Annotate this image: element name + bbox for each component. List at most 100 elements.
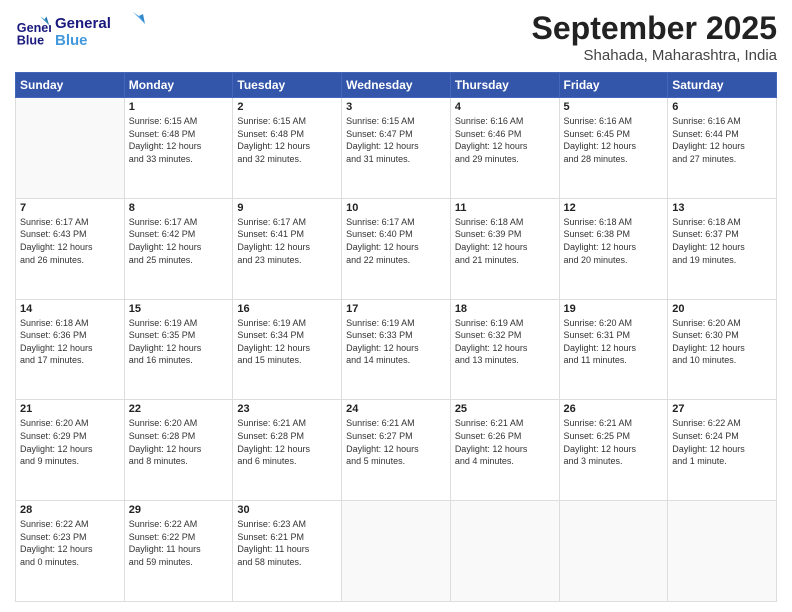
calendar-cell: 19Sunrise: 6:20 AM Sunset: 6:31 PM Dayli… <box>559 299 668 400</box>
day-number: 27 <box>672 403 772 415</box>
calendar-cell <box>450 501 559 602</box>
day-number: 10 <box>346 202 446 214</box>
svg-text:Blue: Blue <box>55 32 88 49</box>
svg-text:General: General <box>55 15 111 32</box>
calendar-cell <box>559 501 668 602</box>
weekday-header-thursday: Thursday <box>450 73 559 98</box>
day-info: Sunrise: 6:18 AM Sunset: 6:39 PM Dayligh… <box>455 216 555 266</box>
day-number: 13 <box>672 202 772 214</box>
day-number: 26 <box>564 403 664 415</box>
day-info: Sunrise: 6:22 AM Sunset: 6:22 PM Dayligh… <box>129 518 229 568</box>
day-number: 1 <box>129 101 229 113</box>
day-number: 6 <box>672 101 772 113</box>
calendar-cell: 21Sunrise: 6:20 AM Sunset: 6:29 PM Dayli… <box>16 400 125 501</box>
weekday-header-monday: Monday <box>124 73 233 98</box>
calendar-cell: 17Sunrise: 6:19 AM Sunset: 6:33 PM Dayli… <box>342 299 451 400</box>
day-info: Sunrise: 6:19 AM Sunset: 6:35 PM Dayligh… <box>129 317 229 367</box>
day-number: 9 <box>237 202 337 214</box>
weekday-header-tuesday: Tuesday <box>233 73 342 98</box>
weekday-header-wednesday: Wednesday <box>342 73 451 98</box>
day-info: Sunrise: 6:16 AM Sunset: 6:45 PM Dayligh… <box>564 115 664 165</box>
calendar-cell <box>342 501 451 602</box>
logo-icon: General Blue <box>15 12 51 48</box>
day-info: Sunrise: 6:21 AM Sunset: 6:28 PM Dayligh… <box>237 417 337 467</box>
day-number: 29 <box>129 504 229 516</box>
calendar-cell: 5 Sunrise: 6:16 AM Sunset: 6:45 PM Daylig… <box>559 98 668 199</box>
day-info: Sunrise: 6:20 AM Sunset: 6:28 PM Dayligh… <box>129 417 229 467</box>
calendar-cell: 4 Sunrise: 6:16 AM Sunset: 6:46 PM Daylig… <box>450 98 559 199</box>
calendar-cell: 16Sunrise: 6:19 AM Sunset: 6:34 PM Dayli… <box>233 299 342 400</box>
day-info: Sunrise: 6:16 AM Sunset: 6:44 PM Dayligh… <box>672 115 772 165</box>
day-info: Sunrise: 6:19 AM Sunset: 6:34 PM Dayligh… <box>237 317 337 367</box>
calendar-cell: 14Sunrise: 6:18 AM Sunset: 6:36 PM Dayli… <box>16 299 125 400</box>
day-info: Sunrise: 6:22 AM Sunset: 6:23 PM Dayligh… <box>20 518 120 568</box>
calendar-header-row: SundayMondayTuesdayWednesdayThursdayFrid… <box>16 73 777 98</box>
calendar-cell: 15 Sunrise: 6:19 AM Sunset: 6:35 PM Dayli… <box>124 299 233 400</box>
day-number: 22 <box>129 403 229 415</box>
day-info: Sunrise: 6:15 AM Sunset: 6:48 PM Dayligh… <box>237 115 337 165</box>
day-info: Sunrise: 6:17 AM Sunset: 6:40 PM Dayligh… <box>346 216 446 266</box>
day-number: 8 <box>129 202 229 214</box>
calendar-cell: 30Sunrise: 6:23 AM Sunset: 6:21 PM Dayli… <box>233 501 342 602</box>
day-info: Sunrise: 6:17 AM Sunset: 6:43 PM Dayligh… <box>20 216 120 266</box>
day-number: 18 <box>455 303 555 315</box>
calendar-week-row: 1 Sunrise: 6:15 AM Sunset: 6:48 PM Daylig… <box>16 98 777 199</box>
day-number: 21 <box>20 403 120 415</box>
calendar-week-row: 28 Sunrise: 6:22 AM Sunset: 6:23 PM Dayli… <box>16 501 777 602</box>
calendar-cell: 8 Sunrise: 6:17 AM Sunset: 6:42 PM Daylig… <box>124 198 233 299</box>
calendar-cell: 22 Sunrise: 6:20 AM Sunset: 6:28 PM Dayli… <box>124 400 233 501</box>
day-number: 30 <box>237 504 337 516</box>
calendar-cell: 29 Sunrise: 6:22 AM Sunset: 6:22 PM Dayli… <box>124 501 233 602</box>
calendar-cell: 10 Sunrise: 6:17 AM Sunset: 6:40 PM Dayli… <box>342 198 451 299</box>
weekday-header-friday: Friday <box>559 73 668 98</box>
day-info: Sunrise: 6:20 AM Sunset: 6:31 PM Dayligh… <box>564 317 664 367</box>
day-info: Sunrise: 6:18 AM Sunset: 6:38 PM Dayligh… <box>564 216 664 266</box>
calendar-cell: 13 Sunrise: 6:18 AM Sunset: 6:37 PM Dayli… <box>668 198 777 299</box>
calendar-cell: 9 Sunrise: 6:17 AM Sunset: 6:41 PM Daylig… <box>233 198 342 299</box>
page-container: General Blue General Blue September 2025… <box>0 0 792 612</box>
day-number: 25 <box>455 403 555 415</box>
day-number: 2 <box>237 101 337 113</box>
day-info: Sunrise: 6:18 AM Sunset: 6:37 PM Dayligh… <box>672 216 772 266</box>
day-number: 23 <box>237 403 337 415</box>
calendar-cell: 26Sunrise: 6:21 AM Sunset: 6:25 PM Dayli… <box>559 400 668 501</box>
day-info: Sunrise: 6:19 AM Sunset: 6:32 PM Dayligh… <box>455 317 555 367</box>
day-info: Sunrise: 6:15 AM Sunset: 6:47 PM Dayligh… <box>346 115 446 165</box>
calendar-cell: 2 Sunrise: 6:15 AM Sunset: 6:48 PM Daylig… <box>233 98 342 199</box>
day-info: Sunrise: 6:18 AM Sunset: 6:36 PM Dayligh… <box>20 317 120 367</box>
subtitle: Shahada, Maharashtra, India <box>532 47 777 64</box>
day-number: 4 <box>455 101 555 113</box>
svg-text:Blue: Blue <box>17 33 44 47</box>
day-info: Sunrise: 6:21 AM Sunset: 6:26 PM Dayligh… <box>455 417 555 467</box>
day-info: Sunrise: 6:17 AM Sunset: 6:41 PM Dayligh… <box>237 216 337 266</box>
calendar-cell: 28 Sunrise: 6:22 AM Sunset: 6:23 PM Dayli… <box>16 501 125 602</box>
day-info: Sunrise: 6:15 AM Sunset: 6:48 PM Dayligh… <box>129 115 229 165</box>
day-info: Sunrise: 6:16 AM Sunset: 6:46 PM Dayligh… <box>455 115 555 165</box>
day-number: 15 <box>129 303 229 315</box>
day-info: Sunrise: 6:21 AM Sunset: 6:27 PM Dayligh… <box>346 417 446 467</box>
calendar-table: SundayMondayTuesdayWednesdayThursdayFrid… <box>15 72 777 602</box>
day-info: Sunrise: 6:17 AM Sunset: 6:42 PM Dayligh… <box>129 216 229 266</box>
day-number: 17 <box>346 303 446 315</box>
calendar-cell: 20Sunrise: 6:20 AM Sunset: 6:30 PM Dayli… <box>668 299 777 400</box>
day-number: 5 <box>564 101 664 113</box>
calendar-cell: 18 Sunrise: 6:19 AM Sunset: 6:32 PM Dayli… <box>450 299 559 400</box>
calendar-week-row: 21Sunrise: 6:20 AM Sunset: 6:29 PM Dayli… <box>16 400 777 501</box>
calendar-cell: 12Sunrise: 6:18 AM Sunset: 6:38 PM Dayli… <box>559 198 668 299</box>
page-header: General Blue General Blue September 2025… <box>15 10 777 64</box>
day-number: 28 <box>20 504 120 516</box>
calendar-cell: 25 Sunrise: 6:21 AM Sunset: 6:26 PM Dayli… <box>450 400 559 501</box>
weekday-header-saturday: Saturday <box>668 73 777 98</box>
day-number: 24 <box>346 403 446 415</box>
calendar-cell <box>668 501 777 602</box>
day-number: 7 <box>20 202 120 214</box>
logo-svg: General Blue <box>55 10 145 50</box>
calendar-cell <box>16 98 125 199</box>
day-number: 3 <box>346 101 446 113</box>
title-area: September 2025 Shahada, Maharashtra, Ind… <box>532 10 777 64</box>
day-number: 20 <box>672 303 772 315</box>
calendar-cell: 6 Sunrise: 6:16 AM Sunset: 6:44 PM Daylig… <box>668 98 777 199</box>
calendar-cell: 1 Sunrise: 6:15 AM Sunset: 6:48 PM Daylig… <box>124 98 233 199</box>
calendar-cell: 27Sunrise: 6:22 AM Sunset: 6:24 PM Dayli… <box>668 400 777 501</box>
calendar-cell: 24 Sunrise: 6:21 AM Sunset: 6:27 PM Dayli… <box>342 400 451 501</box>
